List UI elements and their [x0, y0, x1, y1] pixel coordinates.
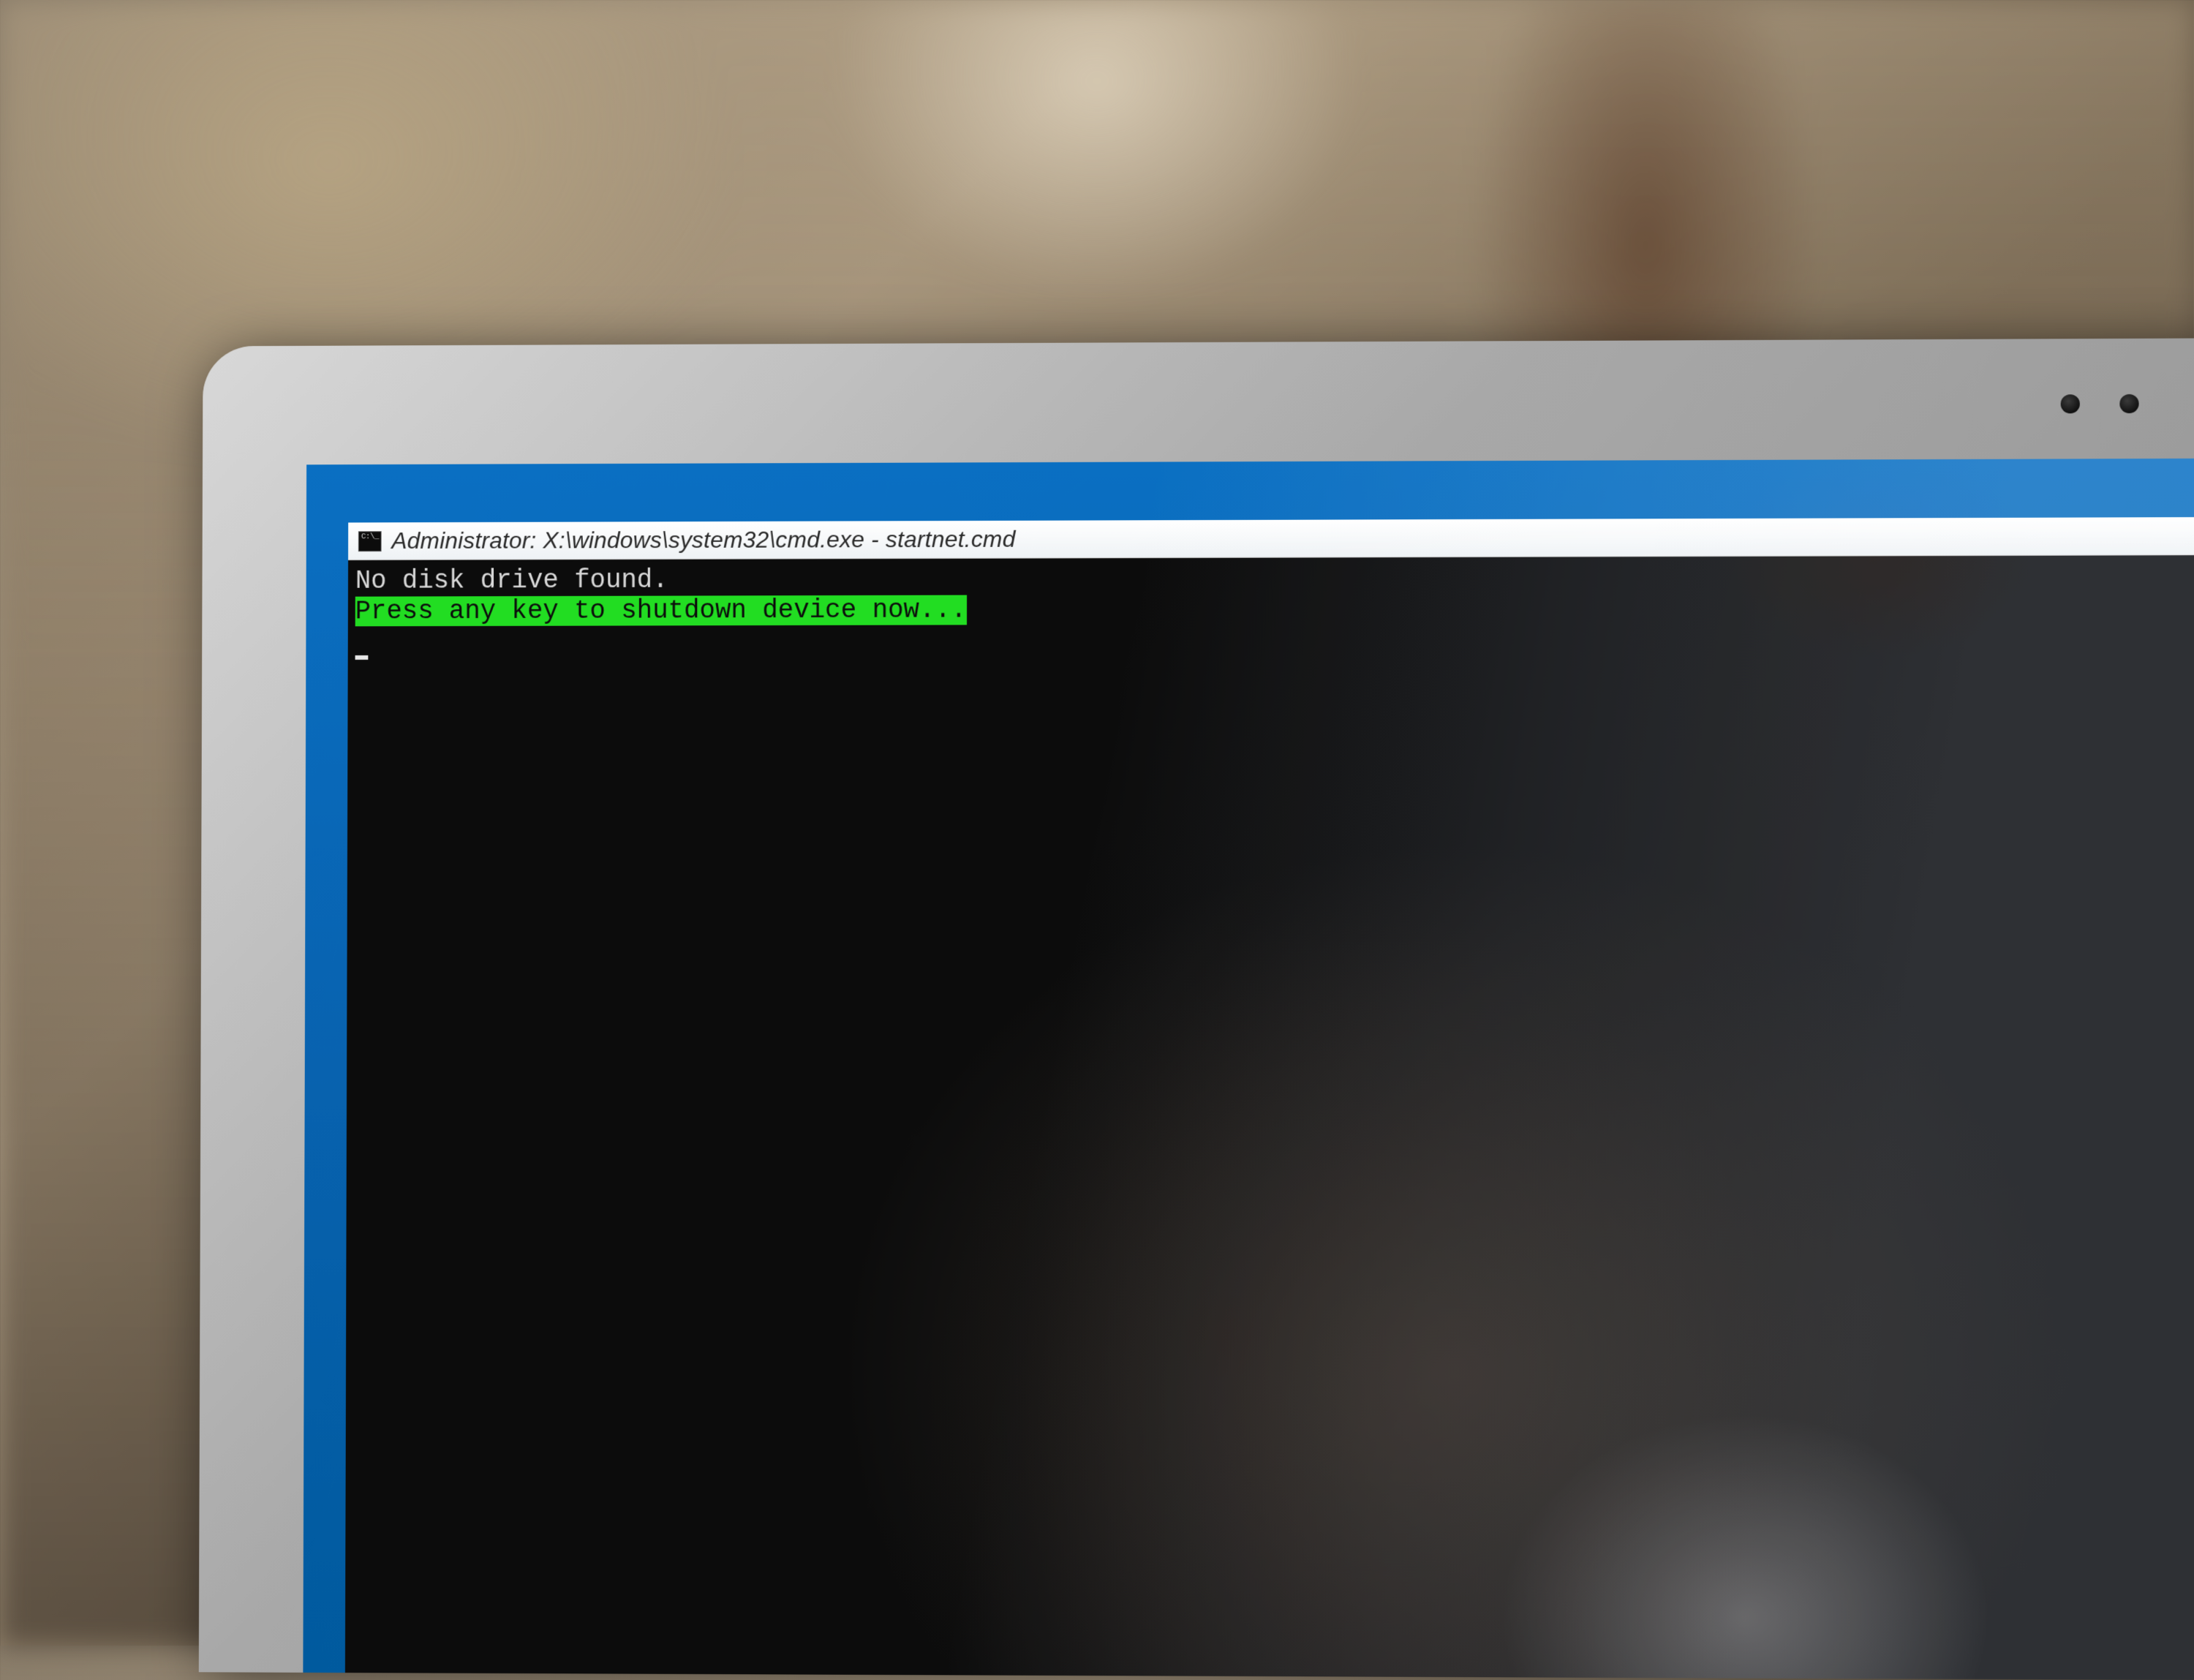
camera-sensor: [2119, 394, 2138, 413]
window-titlebar[interactable]: Administrator: X:\windows\system32\cmd.e…: [348, 517, 2194, 560]
tablet-device: Administrator: X:\windows\system32\cmd.e…: [209, 348, 2194, 1680]
terminal-line-highlight: Press any key to shutdown device now...: [355, 595, 967, 627]
screen-bezel: Administrator: X:\windows\system32\cmd.e…: [303, 459, 2194, 1680]
terminal-cursor: [355, 655, 369, 660]
camera-sensor: [2061, 394, 2080, 413]
terminal-line: No disk drive found.: [355, 561, 2194, 597]
terminal-output[interactable]: No disk drive found. Press any key to sh…: [345, 555, 2194, 1680]
command-prompt-window[interactable]: Administrator: X:\windows\system32\cmd.e…: [345, 517, 2194, 1680]
window-title: Administrator: X:\windows\system32\cmd.e…: [391, 526, 1015, 554]
desktop-background: Administrator: X:\windows\system32\cmd.e…: [303, 459, 2194, 1680]
cmd-icon: [358, 531, 382, 551]
